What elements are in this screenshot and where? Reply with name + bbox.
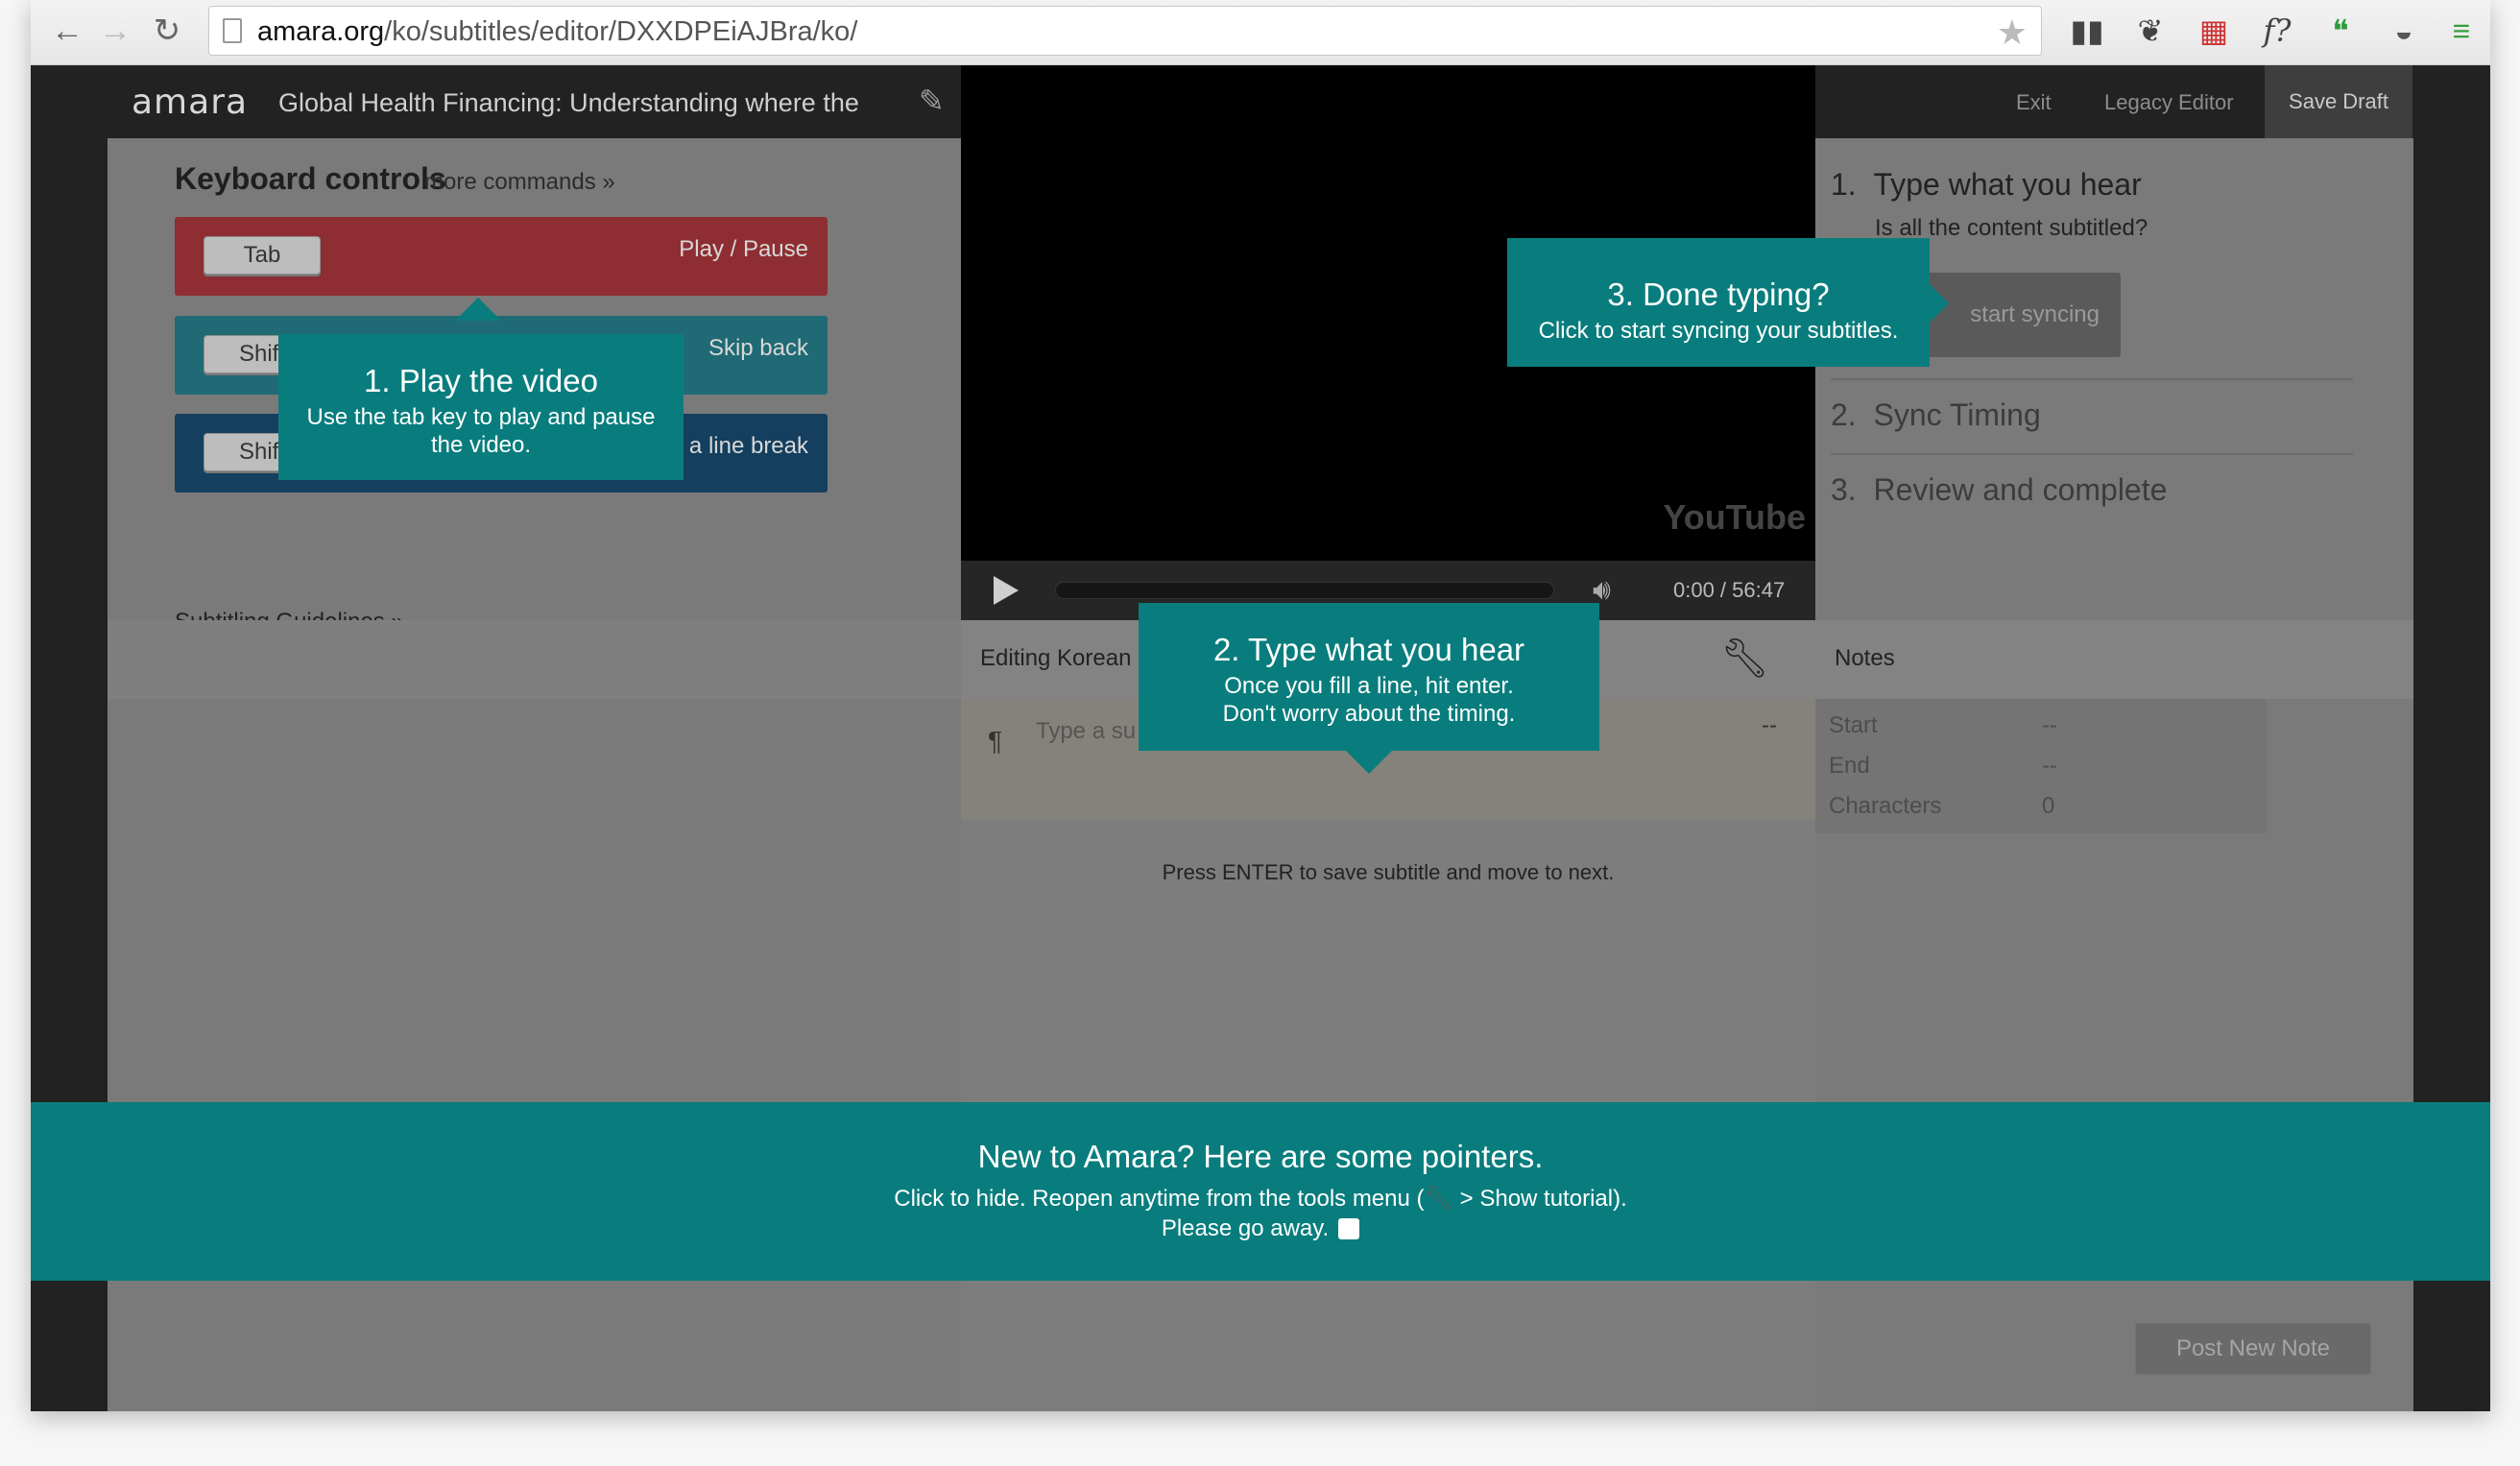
- step-divider: [1831, 378, 2353, 380]
- menu-icon[interactable]: ≡: [2440, 10, 2483, 52]
- amara-editor-page: amara Global Health Financing: Understan…: [31, 65, 2490, 1411]
- more-commands-link[interactable]: more commands »: [424, 169, 615, 196]
- hangouts-icon[interactable]: ❝: [2319, 10, 2362, 52]
- edit-title-pencil-icon[interactable]: ✎: [919, 83, 945, 119]
- subtitle-info-table: Start -- End -- Characters 0: [1815, 699, 2267, 833]
- notes-title: Notes: [1835, 645, 1895, 671]
- enter-hint: Press ENTER to save subtitle and move to…: [1162, 860, 1615, 884]
- start-value: --: [2042, 712, 2057, 738]
- skip-back-label: Skip back: [708, 335, 808, 361]
- play-pause-label: Play / Pause: [679, 236, 808, 262]
- url-text[interactable]: amara.org/ko/subtitles/editor/DXXDPEiAJB…: [257, 16, 857, 48]
- play-icon[interactable]: [994, 576, 1019, 605]
- browser-toolbar: ← → ↻ amara.org/ko/subtitles/editor/DXXD…: [31, 0, 2490, 65]
- tooltip-arrow: [1346, 751, 1392, 774]
- amara-logo[interactable]: amara: [132, 83, 248, 122]
- back-icon[interactable]: ←: [48, 12, 86, 50]
- step-2: 2. Sync Timing: [1831, 397, 2041, 433]
- tooltip-type-what-you-hear[interactable]: 2. Type what you hear Once you fill a li…: [1139, 603, 1599, 751]
- notes-panel: Start -- End -- Characters 0: [1815, 699, 2413, 1411]
- wrench-icon: 🔧︎: [1424, 1186, 1453, 1212]
- banner-instructions-end: > Show tutorial).: [1452, 1186, 1627, 1212]
- forward-icon[interactable]: →: [96, 12, 134, 50]
- step-3: 3. Review and complete: [1831, 472, 2167, 508]
- browser-window: ← → ↻ amara.org/ko/subtitles/editor/DXXD…: [31, 0, 2490, 1411]
- tooltip-arrow: [455, 298, 501, 321]
- tooltip-play-video[interactable]: 1. Play the video Use the tab key to pla…: [278, 334, 684, 480]
- volume-icon[interactable]: 🔊︎: [1593, 574, 1611, 607]
- exit-link[interactable]: Exit: [2016, 90, 2052, 115]
- bookmark-star-icon[interactable]: ★: [1997, 12, 2028, 53]
- tooltip-done-typing[interactable]: 3. Done typing? Click to start syncing y…: [1507, 238, 1930, 367]
- youtube-logo: YouTube: [1663, 497, 1806, 537]
- end-label: End: [1829, 753, 1870, 779]
- tooltip-type-title: 2. Type what you hear: [1212, 632, 1525, 667]
- reader-icon[interactable]: ▮▮: [2066, 10, 2108, 52]
- banner-instructions: Click to hide. Reopen anytime from the t…: [31, 1185, 2490, 1213]
- go-away-checkbox[interactable]: [1338, 1218, 1360, 1239]
- step-divider: [1831, 453, 2353, 455]
- evernote-icon[interactable]: ❦: [2129, 10, 2172, 52]
- tooltip-type-body-2: Don't worry about the timing.: [1222, 701, 1516, 727]
- step-2-number: 2.: [1831, 397, 1857, 432]
- banner-title: New to Amara? Here are some pointers.: [977, 1139, 1544, 1174]
- seek-bar[interactable]: [1055, 582, 1554, 599]
- pocket-icon[interactable]: ◒: [2383, 10, 2425, 52]
- subtitle-editor: ¶ Type a su -- Press ENTER to save subti…: [961, 699, 1815, 1411]
- address-bar[interactable]: amara.org/ko/subtitles/editor/DXXDPEiAJB…: [208, 6, 2042, 56]
- url-path: /ko/subtitles/editor/DXXDPEiAJBra/ko/: [384, 16, 858, 47]
- notes-header: Notes: [1815, 620, 2413, 699]
- subtitle-placeholder[interactable]: Type a su: [1036, 718, 1136, 745]
- tooltip-done-title: 3. Done typing?: [1607, 276, 1830, 312]
- tooltip-arrow: [1930, 284, 1949, 323]
- characters-label: Characters: [1829, 793, 1942, 819]
- shortcut-row-play-pause: Tab Play / Pause: [175, 217, 828, 296]
- url-host: amara.org: [257, 16, 385, 47]
- subtitle-time-dash: --: [1762, 712, 1777, 738]
- go-away-row: Please go away.: [31, 1215, 2490, 1242]
- keyboard-controls-title: Keyboard controls: [175, 161, 446, 196]
- paragraph-icon[interactable]: ¶: [988, 726, 1002, 757]
- characters-value: 0: [2042, 793, 2055, 819]
- editing-language-label: Editing Korean: [980, 645, 1132, 671]
- tooltip-play-body: Use the tab key to play and pause the vi…: [306, 404, 656, 458]
- tutorial-banner[interactable]: New to Amara? Here are some pointers. Cl…: [31, 1102, 2490, 1281]
- tooltip-done-body: Click to start syncing your subtitles.: [1538, 318, 1899, 344]
- tools-wrench-icon[interactable]: 🔧︎: [1720, 636, 1769, 681]
- end-value: --: [2042, 753, 2057, 779]
- page-icon: [223, 18, 242, 43]
- tab-key: Tab: [204, 236, 321, 275]
- tooltip-play-title: 1. Play the video: [364, 363, 598, 398]
- reload-icon[interactable]: ↻: [148, 12, 186, 50]
- step-1: 1. Type what you hear: [1831, 167, 2142, 203]
- tooltip-type-body-1: Once you fill a line, hit enter.: [1224, 673, 1514, 699]
- legacy-editor-link[interactable]: Legacy Editor: [2104, 90, 2234, 115]
- left-lower-panel: [108, 699, 961, 1411]
- time-display: 0:00 / 56:47: [1673, 578, 1786, 602]
- calendar-icon[interactable]: ▦: [2193, 10, 2235, 52]
- post-new-note-button[interactable]: Post New Note: [2135, 1323, 2371, 1375]
- step-2-label: Sync Timing: [1873, 397, 2041, 432]
- banner-instructions-start: Click to hide. Reopen anytime from the t…: [894, 1186, 1425, 1212]
- step-1-label: Type what you hear: [1873, 167, 2142, 202]
- workflow-steps-panel: 1. Type what you hear Is all the content…: [1815, 138, 2413, 620]
- save-draft-button[interactable]: Save Draft: [2265, 65, 2412, 138]
- video-title: Global Health Financing: Understanding w…: [278, 88, 859, 117]
- step-3-number: 3.: [1831, 472, 1857, 507]
- step-1-number: 1.: [1831, 167, 1857, 202]
- go-away-label: Please go away.: [1161, 1215, 1330, 1241]
- line-break-label: a line break: [688, 433, 808, 459]
- step-3-label: Review and complete: [1873, 472, 2168, 507]
- formula-icon[interactable]: f?: [2256, 10, 2298, 52]
- start-label: Start: [1829, 712, 1878, 738]
